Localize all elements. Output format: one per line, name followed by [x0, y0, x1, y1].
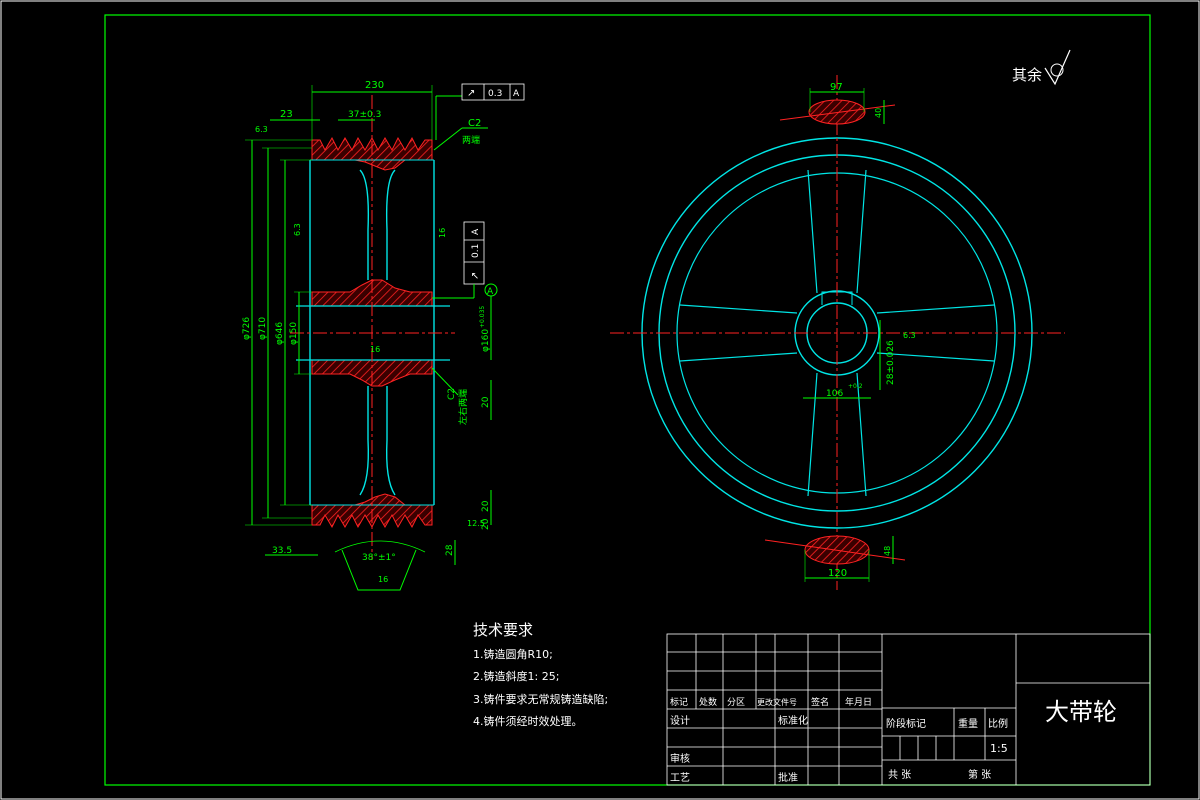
datum-a: A — [487, 287, 494, 297]
tol1-datum: A — [513, 89, 520, 99]
dim-top-height: 40 — [874, 108, 883, 118]
tech-req-2: 2.铸造斜度1: 25; — [473, 669, 559, 683]
tol2-datum: A — [471, 228, 481, 235]
hdr-count: 处数 — [699, 696, 717, 708]
dim-phi150: φ150 — [289, 322, 299, 345]
surface-roughness-mark: 其余 — [1012, 49, 1071, 86]
sheet-no: 第 张 — [968, 768, 991, 781]
dim-offset: 23 — [280, 109, 293, 120]
scale-label: 比例 — [988, 717, 1008, 730]
tolerance-frame-1: ↗ 0.3 A — [435, 83, 525, 140]
standardize-label: 标准化 — [778, 714, 808, 727]
chamfer-bottom-note: 左右两端 — [457, 389, 469, 425]
dim-33: 33.5 — [272, 546, 292, 556]
rough-16-hub: 16 — [370, 345, 380, 354]
dim-key-depth: 28±0.026 — [886, 340, 896, 385]
dim-bottom-width: 120 — [828, 568, 847, 579]
tol1-symbol: ↗ — [467, 88, 475, 99]
stage-mark-label: 阶段标记 — [886, 717, 926, 730]
dim-phi726: φ726 — [242, 317, 252, 340]
hdr-change-doc: 更改文件号 — [757, 697, 797, 707]
scale-value: 1:5 — [990, 742, 1008, 755]
total-sheets: 共 张 — [888, 769, 911, 781]
weight-label: 重量 — [958, 717, 978, 730]
tech-req-3: 3.铸件要求无常规铸造缺陷; — [473, 692, 608, 706]
dim-20a: 20 — [481, 396, 491, 408]
rough-63b: 6.3 — [293, 223, 302, 236]
rough-125: 12.5 — [467, 519, 485, 528]
dim-bottom-height: 48 — [883, 546, 892, 556]
technical-requirements: 技术要求 1.铸造圆角R10; 2.铸造斜度1: 25; 3.铸件要求无常规铸造… — [473, 621, 608, 728]
rough-63a: 6.3 — [255, 125, 268, 134]
dim-keyway: 106 — [826, 389, 843, 399]
tech-req-4: 4.铸件须经时效处理。 — [473, 714, 583, 728]
tol2-value: 0.1 — [471, 244, 481, 258]
tol2-symbol: ↗ — [470, 272, 481, 280]
review-label: 审核 — [670, 752, 690, 765]
cad-drawing: 其余 φ726 φ710 φ646 φ150 230 23 37±0.3 6.3… — [0, 0, 1200, 800]
dim-tol160: +0.035 — [479, 306, 486, 328]
surface-mark-text: 其余 — [1012, 66, 1042, 84]
part-name: 大带轮 — [1045, 698, 1117, 726]
chamfer-top-note: 两端 — [462, 134, 480, 146]
hdr-date: 年月日 — [845, 696, 872, 708]
dim-phi646: φ646 — [275, 322, 285, 345]
dim-28: 28 — [445, 544, 455, 556]
dim-20b: 20 — [481, 500, 491, 512]
chamfer-top: C2 — [468, 118, 481, 129]
tech-req-title: 技术要求 — [473, 621, 533, 639]
design-label: 设计 — [670, 714, 690, 727]
rough-16-side: 16 — [438, 228, 447, 238]
dim-angle: 38°±1° — [362, 553, 396, 563]
dim-top-width: 97 — [830, 82, 843, 93]
hdr-sign: 签名 — [811, 696, 829, 708]
front-view: 97 40 120 48 106 +0.2 28±0.026 6.3 — [610, 75, 1065, 590]
side-section-view: φ726 φ710 φ646 φ150 230 23 37±0.3 6.3 ↗ … — [242, 80, 525, 591]
hdr-mark: 标记 — [670, 696, 688, 708]
process-label: 工艺 — [670, 772, 690, 784]
dim-phi160: φ160 — [481, 329, 491, 352]
chamfer-bottom: C2 — [447, 388, 457, 400]
dim-width: 230 — [365, 80, 384, 91]
dim-pitch: 37±0.3 — [348, 110, 381, 120]
approve-label: 批准 — [778, 771, 798, 784]
hdr-zone: 分区 — [727, 697, 745, 708]
tech-req-1: 1.铸造圆角R10; — [473, 647, 553, 661]
outer-frame — [0, 0, 1200, 800]
dim-keyway-tol: +0.2 — [848, 383, 863, 390]
tol1-value: 0.3 — [488, 89, 502, 99]
dim-phi710: φ710 — [258, 317, 268, 340]
dim-16: 16 — [378, 575, 388, 584]
front-rough: 6.3 — [903, 331, 916, 340]
